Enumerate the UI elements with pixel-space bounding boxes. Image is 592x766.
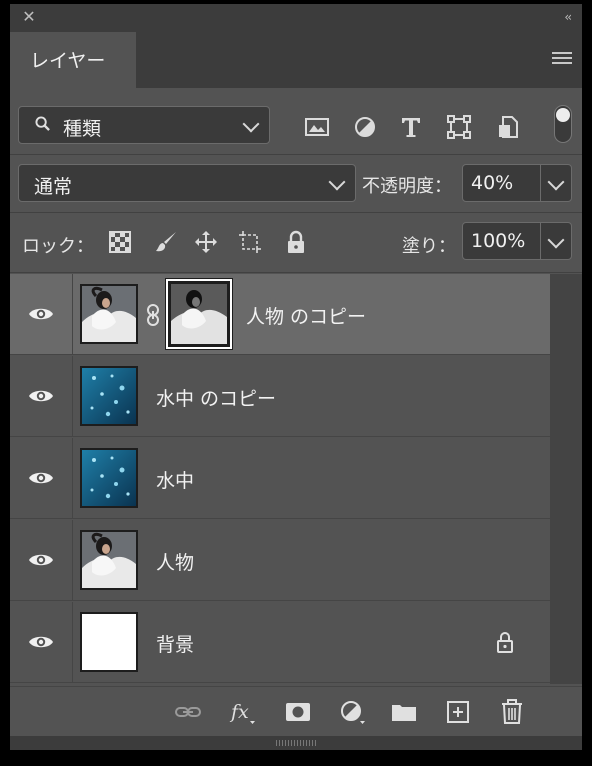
type-filter-icon[interactable]: [398, 114, 424, 140]
layer-name[interactable]: 人物: [156, 548, 194, 575]
filter-kind-select[interactable]: 種類: [18, 106, 270, 144]
eye-icon[interactable]: [28, 305, 54, 323]
smart-object-filter-icon[interactable]: [496, 114, 522, 140]
layer-mask-thumbnail[interactable]: [165, 278, 233, 350]
layer-thumbnail[interactable]: [80, 612, 138, 672]
lock-all-icon[interactable]: [284, 230, 308, 254]
fx-effects-icon[interactable]: fx: [228, 699, 256, 725]
visibility-column: [10, 274, 73, 354]
svg-text:fx: fx: [229, 701, 249, 723]
layer-name[interactable]: 水中 のコピー: [156, 384, 276, 411]
search-icon: [35, 116, 50, 131]
chevron-down-icon: [328, 173, 346, 191]
fill-label: 塗り：: [402, 236, 456, 257]
layer-row[interactable]: 水中: [10, 438, 550, 519]
new-layer-icon[interactable]: [444, 699, 472, 725]
layers-bottom-toolbar: fx: [10, 686, 582, 737]
water-thumbnail-image: [82, 450, 136, 506]
panel-titlebar: ✕ ‹‹: [10, 4, 582, 32]
mask-thumbnail-image: [168, 281, 230, 347]
blend-mode-value: 通常: [34, 176, 73, 198]
layer-row[interactable]: 人物 のコピー: [10, 274, 550, 355]
lock-label: ロック：: [22, 236, 94, 257]
filter-kind-label: 種類: [63, 118, 102, 140]
opacity-label: 不透明度：: [362, 176, 452, 197]
visibility-column: [10, 438, 73, 518]
fill-field[interactable]: 100%: [462, 222, 572, 260]
layer-row[interactable]: 人物: [10, 520, 550, 601]
visibility-column: [10, 356, 73, 436]
tab-layers-label: レイヤー: [30, 50, 106, 72]
resize-grip-icon[interactable]: [276, 740, 316, 746]
add-mask-icon[interactable]: [284, 699, 312, 725]
filter-toggle[interactable]: [554, 105, 572, 143]
divider: [10, 154, 582, 155]
layer-thumbnail[interactable]: [80, 448, 138, 508]
lock-image-pixels-icon[interactable]: [154, 230, 178, 254]
layer-thumbnail[interactable]: [80, 366, 138, 426]
chevron-down-icon: [547, 173, 565, 191]
layers-panel: ✕ ‹‹ レイヤー 種類 通常 不透明度： 40% ロック： 塗り： 100% …: [10, 4, 582, 750]
eye-icon[interactable]: [28, 469, 54, 487]
eye-icon[interactable]: [28, 551, 54, 569]
trash-icon[interactable]: [498, 699, 526, 725]
visibility-column: [10, 602, 73, 682]
image-filter-icon[interactable]: [304, 114, 330, 140]
layer-name[interactable]: 人物 のコピー: [246, 302, 366, 329]
new-group-folder-icon[interactable]: [390, 699, 418, 725]
link-layers-icon[interactable]: [174, 699, 202, 725]
lock-artboard-icon[interactable]: [238, 230, 262, 254]
lock-icon[interactable]: [496, 631, 514, 653]
person-thumbnail-image: [82, 286, 136, 342]
divider: [10, 272, 582, 273]
eye-icon[interactable]: [28, 633, 54, 651]
blend-mode-select[interactable]: 通常: [18, 164, 356, 202]
chain-link-icon[interactable]: [146, 303, 160, 327]
layer-thumbnail[interactable]: [80, 284, 138, 344]
opacity-field[interactable]: 40%: [462, 164, 572, 202]
person-thumbnail-image: [82, 532, 136, 588]
layer-thumbnail[interactable]: [80, 530, 138, 590]
lock-position-icon[interactable]: [194, 230, 218, 254]
layer-name[interactable]: 背景: [156, 630, 194, 657]
panel-menu-icon[interactable]: [552, 52, 572, 66]
fill-value: 100%: [471, 230, 526, 252]
panel-footer: [10, 736, 582, 750]
fill-dropdown[interactable]: [540, 223, 571, 259]
opacity-dropdown[interactable]: [540, 165, 571, 201]
collapse-icon[interactable]: ‹‹: [564, 8, 571, 26]
layers-list: 人物 のコピー 水中 のコピー 水中 人物 背景: [10, 274, 550, 684]
tab-layers[interactable]: レイヤー: [10, 32, 136, 88]
adjustment-filter-icon[interactable]: [352, 114, 378, 140]
visibility-column: [10, 520, 73, 600]
water-thumbnail-image: [82, 368, 136, 424]
new-adjustment-layer-icon[interactable]: [338, 699, 366, 725]
chevron-down-icon: [242, 115, 260, 133]
close-icon[interactable]: ✕: [20, 8, 38, 26]
lock-transparent-pixels-icon[interactable]: [108, 230, 132, 254]
layer-row[interactable]: 背景: [10, 602, 550, 683]
layer-name[interactable]: 水中: [156, 466, 194, 493]
opacity-value: 40%: [471, 172, 514, 194]
shape-filter-icon[interactable]: [446, 114, 472, 140]
tab-bar: レイヤー: [10, 32, 582, 88]
layers-scrollbar[interactable]: [550, 274, 582, 684]
chevron-down-icon: [547, 231, 565, 249]
layer-row[interactable]: 水中 のコピー: [10, 356, 550, 437]
eye-icon[interactable]: [28, 387, 54, 405]
divider: [10, 212, 582, 213]
